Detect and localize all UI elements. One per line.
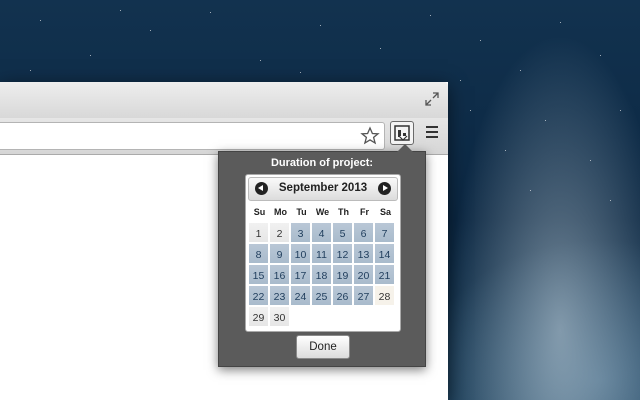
browser-toolbar (0, 118, 448, 155)
month-label: September 2013 (278, 182, 368, 194)
calendar-day[interactable]: 12 (333, 244, 352, 263)
calendar-day[interactable]: 30 (270, 307, 289, 326)
weekday-label: Su (253, 207, 266, 217)
star-dot (470, 110, 471, 111)
weekday-label: Sa (379, 207, 391, 217)
calendar-day[interactable]: 9 (270, 244, 289, 263)
calendar-day[interactable]: 16 (270, 265, 289, 284)
star-dot (505, 150, 506, 151)
calendar-day[interactable]: 7 (375, 223, 394, 242)
star-dot (260, 60, 261, 61)
menu-icon[interactable] (424, 124, 440, 140)
star-icon[interactable] (360, 126, 380, 146)
star-dot (620, 110, 621, 111)
calendar-header: September 2013 (248, 177, 398, 201)
calendar-day[interactable]: 20 (354, 265, 373, 284)
calendar-week-row: 1234567 (249, 223, 399, 244)
star-dot (590, 160, 591, 161)
weekday-label: Tu (296, 207, 307, 217)
calendar-day[interactable]: 14 (375, 244, 394, 263)
done-button[interactable]: Done (296, 335, 350, 359)
date-range-popup: Duration of project: September 2013 Su Mo… (218, 144, 426, 367)
calendar-day[interactable]: 22 (249, 286, 268, 305)
calendar-day[interactable]: 1 (249, 223, 268, 242)
weekday-label: We (315, 207, 330, 217)
calendar-day[interactable]: 10 (291, 244, 310, 263)
calendar-week-row: 29 30 (249, 307, 399, 328)
popup-title: Duration of project: (270, 157, 374, 169)
weekday-label: Fr (360, 207, 369, 217)
extension-icon[interactable] (390, 121, 414, 145)
calendar-day[interactable]: 5 (333, 223, 352, 242)
star-dot (210, 12, 211, 13)
star-dot (30, 70, 31, 71)
next-month-icon[interactable] (378, 182, 391, 195)
weekday-header: Su Mo Tu We Th Fr Sa (249, 207, 397, 217)
address-bar[interactable] (0, 122, 385, 150)
calendar-day[interactable]: 18 (312, 265, 331, 284)
star-dot (560, 22, 561, 23)
calendar-day[interactable]: 26 (333, 286, 352, 305)
star-dot (300, 72, 301, 73)
calendar-week-row: 22 23 24 25 26 27 28 (249, 286, 399, 307)
calendar-day[interactable]: 29 (249, 307, 268, 326)
title-bar (0, 82, 448, 118)
fullscreen-icon[interactable] (424, 91, 440, 107)
calendar-day[interactable]: 15 (249, 265, 268, 284)
star-dot (600, 55, 601, 56)
menu-bar (426, 131, 438, 133)
calendar-day[interactable]: 28 (375, 286, 394, 305)
weekday-label: Mo (274, 207, 287, 217)
star-dot (480, 40, 481, 41)
menu-bar (426, 126, 438, 128)
calendar-day[interactable]: 19 (333, 265, 352, 284)
calendar-day[interactable]: 3 (291, 223, 310, 242)
menu-bar (426, 136, 438, 138)
calendar-day[interactable]: 27 (354, 286, 373, 305)
calendar-week-row: 15 16 17 18 19 20 21 (249, 265, 399, 286)
star-dot (120, 10, 121, 11)
star-dot (380, 48, 381, 49)
star-dot (90, 55, 91, 56)
calendar-day[interactable]: 2 (270, 223, 289, 242)
star-dot (545, 120, 546, 121)
star-dot (530, 190, 531, 191)
weekday-label: Th (338, 207, 349, 217)
star-dot (610, 200, 611, 201)
star-dot (150, 30, 151, 31)
calendar-day[interactable]: 13 (354, 244, 373, 263)
calendar-day[interactable]: 11 (312, 244, 331, 263)
calendar-day[interactable]: 8 (249, 244, 268, 263)
calendar-extension-icon (394, 125, 410, 141)
calendar-week-row: 8 9 10 11 12 13 14 (249, 244, 399, 265)
day-grid: 1 2 3 4 5 6 7 8 9 10 11 12 13 14 15 16 17 18 19 20 21 22 23 24 2… (249, 223, 399, 328)
star-dot (320, 25, 321, 26)
calendar-day[interactable]: 24 (291, 286, 310, 305)
calendar-day[interactable]: 4 (312, 223, 331, 242)
calendar-day[interactable]: 25 (312, 286, 331, 305)
calendar-day[interactable]: 6 (354, 223, 373, 242)
calendar-day[interactable]: 23 (270, 286, 289, 305)
star-dot (460, 80, 461, 81)
calendar: September 2013 Su Mo Tu We Th Fr Sa 1234567891… (245, 174, 401, 332)
star-dot (520, 70, 521, 71)
calendar-day[interactable]: 17 (291, 265, 310, 284)
star-dot (40, 20, 41, 21)
star-dot (430, 15, 431, 16)
calendar-day[interactable]: 21 (375, 265, 394, 284)
